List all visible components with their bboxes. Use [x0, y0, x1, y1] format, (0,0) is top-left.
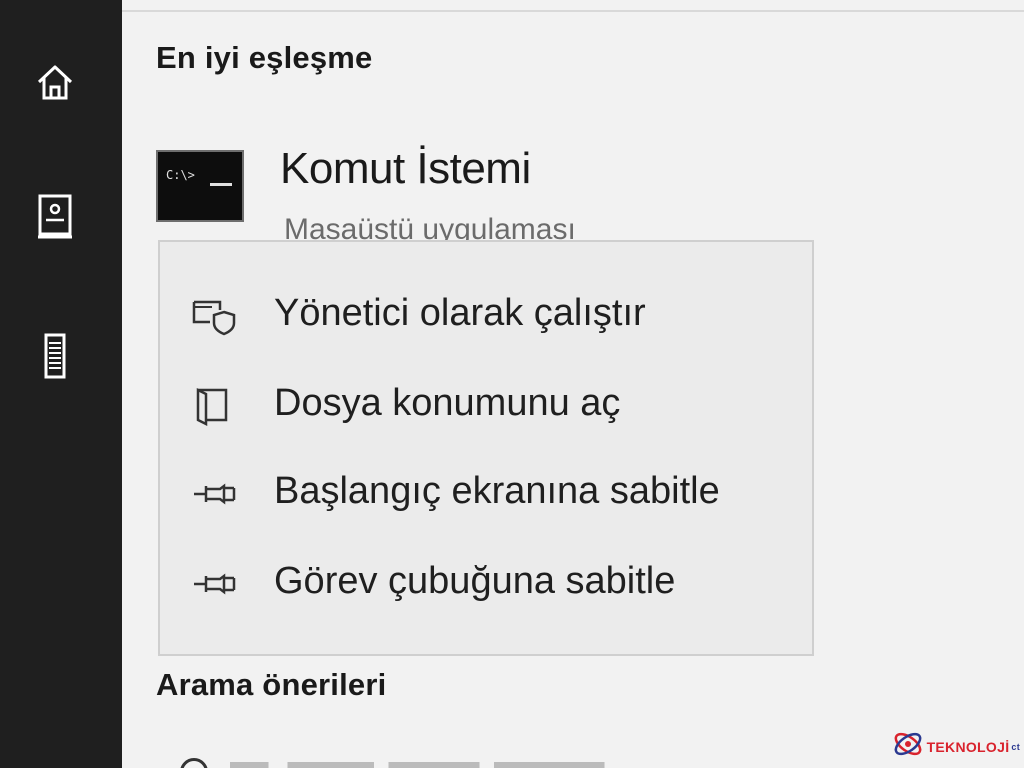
menu-item-run-as-admin[interactable]: Yönetici olarak çalıştır	[160, 274, 812, 354]
app-name[interactable]: Komut İstemi	[280, 144, 531, 194]
app-subtitle: Masaüstü uygulaması	[284, 213, 576, 240]
menu-item-open-file-location[interactable]: Dosya konumunu aç	[160, 364, 812, 444]
sidebar-item-home[interactable]	[20, 52, 90, 112]
logo-icon	[891, 727, 925, 766]
command-prompt-icon[interactable]: C:\>	[156, 150, 244, 222]
search-icon	[180, 758, 208, 768]
run-as-admin-icon	[190, 296, 238, 336]
menu-item-label: Yönetici olarak çalıştır	[274, 292, 646, 334]
menu-item-label: Görev çubuğuna sabitle	[274, 560, 676, 602]
sidebar-item-documents[interactable]	[20, 186, 90, 246]
suggestion-item[interactable]	[156, 746, 1016, 768]
context-menu: Yönetici olarak çalıştır Dosya konumunu …	[158, 240, 814, 656]
menu-item-label: Dosya konumunu aç	[274, 382, 621, 424]
menu-item-label: Başlangıç ekranına sabitle	[274, 470, 720, 512]
suggestion-text	[230, 762, 710, 768]
open-file-location-icon	[190, 386, 238, 427]
prompt-text: C:\>	[166, 168, 195, 182]
watermark-suffix: ct	[1011, 741, 1020, 752]
watermark-logo: TEKNOLOJİ ct	[891, 727, 1020, 766]
server-icon	[40, 331, 70, 381]
best-match-heading: En iyi eşleşme	[156, 40, 373, 75]
sidebar-item-apps[interactable]	[20, 326, 90, 386]
cursor-glyph	[210, 183, 232, 186]
watermark-text: TEKNOLOJİ	[926, 738, 1010, 755]
divider	[122, 10, 1024, 12]
menu-item-pin-to-taskbar[interactable]: Görev çubuğuna sabitle	[160, 542, 812, 622]
search-window: En iyi eşleşme C:\> Komut İstemi Masaüst…	[0, 0, 1024, 768]
pin-icon	[190, 474, 238, 514]
search-suggestions-heading: Arama önerileri	[156, 667, 387, 702]
sidebar	[0, 0, 122, 768]
home-icon	[33, 60, 77, 104]
document-icon	[33, 191, 77, 241]
pin-icon	[190, 564, 238, 604]
menu-item-pin-to-start[interactable]: Başlangıç ekranına sabitle	[160, 452, 812, 532]
